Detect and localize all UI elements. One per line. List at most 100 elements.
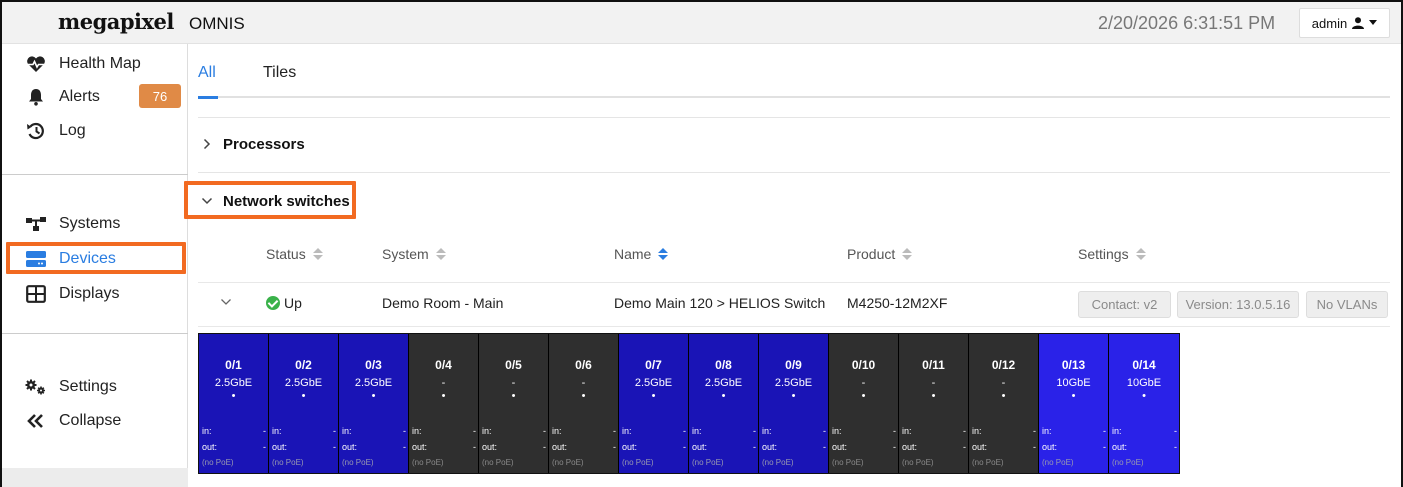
port-in-label: in: xyxy=(1042,426,1052,436)
sidebar-item-label: Health Map xyxy=(59,55,141,72)
port-poe-status: (no PoE) xyxy=(692,458,724,467)
port-out-value: - xyxy=(1103,442,1106,452)
port-out-label: out: xyxy=(1112,442,1128,452)
port-out-label: out: xyxy=(272,442,288,452)
port-link-dot: • xyxy=(931,390,936,402)
sidebar-item-collapse[interactable]: Collapse xyxy=(2,405,188,437)
bell-icon xyxy=(23,88,49,106)
port-out-label: out: xyxy=(622,442,638,452)
sidebar-item-label: Systems xyxy=(59,215,121,232)
sidebar-divider xyxy=(2,333,188,334)
double-chevron-left-icon xyxy=(23,413,49,429)
switch-port[interactable]: 0/1 2.5GbE • in: - out: - (no PoE) xyxy=(199,334,269,473)
port-speed: - xyxy=(511,377,516,389)
port-poe-status: (no PoE) xyxy=(412,458,444,467)
port-id: 0/7 xyxy=(645,358,662,372)
sort-icon xyxy=(312,248,323,260)
switch-port[interactable]: 0/4- • in: - out: - (no PoE) xyxy=(409,334,479,473)
port-poe-status: (no PoE) xyxy=(972,458,1004,467)
sidebar-item-devices[interactable]: Devices xyxy=(2,243,188,275)
port-in-label: in: xyxy=(692,426,702,436)
sidebar-item-label: Displays xyxy=(59,285,120,302)
sidebar-item-systems[interactable]: Systems xyxy=(2,208,188,240)
port-link-dot: • xyxy=(721,390,726,402)
port-in-label: in: xyxy=(202,426,212,436)
port-out-label: out: xyxy=(692,442,708,452)
port-out-label: out: xyxy=(762,442,778,452)
port-in-label: in: xyxy=(622,426,632,436)
column-header-product[interactable]: Product xyxy=(847,246,913,262)
tab-tiles[interactable]: Tiles xyxy=(263,64,296,82)
column-header-label: Product xyxy=(847,246,896,262)
port-out-label: out: xyxy=(1042,442,1058,452)
port-link-dot: • xyxy=(581,390,586,402)
switch-port[interactable]: 0/2 2.5GbE • in: - out: - (no PoE) xyxy=(269,334,339,473)
port-id: 0/10 xyxy=(851,358,876,372)
port-link-dot: • xyxy=(371,390,376,402)
port-poe-status: (no PoE) xyxy=(342,458,374,467)
switch-port[interactable]: 0/5- • in: - out: - (no PoE) xyxy=(479,334,549,473)
switch-port-panel: 0/1 2.5GbE • in: - out: - (no PoE) 0/2 2.5GbE • in:… xyxy=(198,333,1180,474)
status-text: Up xyxy=(284,295,302,311)
section-processors-toggle[interactable]: Processors xyxy=(201,134,305,154)
column-header-label: Name xyxy=(614,246,652,262)
sidebar-item-health-map[interactable]: Health Map xyxy=(2,48,188,80)
port-poe-status: (no PoE) xyxy=(1112,458,1144,467)
switch-port[interactable]: 0/13 10GbE • in: - out: - (no PoE) xyxy=(1039,334,1109,473)
port-id: 0/6 xyxy=(575,358,592,372)
port-in-label: in: xyxy=(902,426,912,436)
tab-all[interactable]: All xyxy=(198,64,216,82)
port-speed: - xyxy=(1001,377,1006,389)
switch-port[interactable]: 0/11- • in: - out: - (no PoE) xyxy=(899,334,969,473)
switch-port[interactable]: 0/8 2.5GbE • in: - out: - (no PoE) xyxy=(689,334,759,473)
port-in-value: - xyxy=(893,426,896,436)
sidebar-divider xyxy=(2,174,188,175)
port-speed: 2.5GbE xyxy=(704,377,743,389)
sidebar-item-label: Collapse xyxy=(59,412,122,429)
port-out-value: - xyxy=(1033,442,1036,452)
switch-port[interactable]: 0/12- • in: - out: - (no PoE) xyxy=(969,334,1039,473)
user-menu-button[interactable]: admin xyxy=(1299,8,1390,38)
switch-port[interactable]: 0/3 2.5GbE • in: - out: - (no PoE) xyxy=(339,334,409,473)
product-cell: M4250-12M2XF xyxy=(847,295,948,311)
switch-port[interactable]: 0/14 10GbE • in: - out: - (no PoE) xyxy=(1109,334,1179,473)
column-header-settings[interactable]: Settings xyxy=(1078,246,1146,262)
sidebar-item-settings[interactable]: Settings xyxy=(2,371,188,403)
column-header-label: Status xyxy=(266,246,306,262)
switch-port[interactable]: 0/10- • in: - out: - (no PoE) xyxy=(829,334,899,473)
port-id: 0/2 xyxy=(295,358,312,372)
port-link-dot: • xyxy=(651,390,656,402)
sidebar-item-alerts[interactable]: Alerts 76 xyxy=(2,81,188,113)
port-poe-status: (no PoE) xyxy=(1042,458,1074,467)
sidebar-item-log[interactable]: Log xyxy=(2,115,188,147)
section-network-switches-toggle[interactable]: Network switches xyxy=(201,191,350,211)
port-in-value: - xyxy=(963,426,966,436)
column-header-status[interactable]: Status xyxy=(266,246,323,262)
port-poe-status: (no PoE) xyxy=(832,458,864,467)
port-in-value: - xyxy=(403,426,406,436)
port-in-value: - xyxy=(473,426,476,436)
port-link-dot: • xyxy=(511,390,516,402)
port-in-value: - xyxy=(263,426,266,436)
sidebar-item-displays[interactable]: Displays xyxy=(2,278,188,310)
port-poe-status: (no PoE) xyxy=(552,458,584,467)
port-id: 0/1 xyxy=(225,358,242,372)
settings-contact-pill: Contact: v2 xyxy=(1078,291,1171,318)
port-in-value: - xyxy=(753,426,756,436)
port-out-value: - xyxy=(823,442,826,452)
port-out-label: out: xyxy=(342,442,358,452)
port-id: 0/8 xyxy=(715,358,732,372)
sort-icon xyxy=(1135,248,1146,260)
column-header-system[interactable]: System xyxy=(382,246,446,262)
switch-port[interactable]: 0/7 2.5GbE • in: - out: - (no PoE) xyxy=(619,334,689,473)
chevron-down-icon xyxy=(201,197,213,205)
switch-port[interactable]: 0/9 2.5GbE • in: - out: - (no PoE) xyxy=(759,334,829,473)
port-in-label: in: xyxy=(482,426,492,436)
divider xyxy=(198,117,1390,118)
port-speed: - xyxy=(931,377,936,389)
row-expand-chevron-icon[interactable] xyxy=(220,293,232,309)
column-header-name[interactable]: Name xyxy=(614,246,669,262)
top-bar: megapixel OMNIS 2/20/2026 6:31:51 PM adm… xyxy=(2,2,1401,44)
port-out-value: - xyxy=(963,442,966,452)
switch-port[interactable]: 0/6- • in: - out: - (no PoE) xyxy=(549,334,619,473)
